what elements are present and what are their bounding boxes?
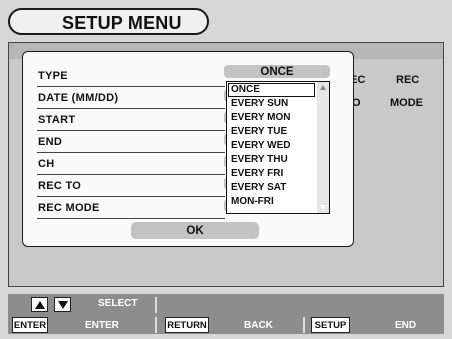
- field-row-rec-to[interactable]: REC TO: [37, 175, 225, 197]
- type-value-button[interactable]: ONCE: [224, 65, 330, 78]
- enter-key-action: ENTER: [85, 320, 119, 331]
- field-label-ch: CH: [38, 158, 55, 170]
- field-row-date[interactable]: DATE (MM/DD): [37, 87, 225, 109]
- field-row-end[interactable]: END: [37, 131, 225, 153]
- type-dropdown-list[interactable]: ONCE EVERY SUN EVERY MON EVERY TUE EVERY…: [226, 81, 330, 214]
- triangle-up-icon: [35, 301, 45, 309]
- field-label-date: DATE (MM/DD): [38, 92, 119, 104]
- field-row-type[interactable]: TYPE: [37, 65, 225, 87]
- dropdown-option-every-wed[interactable]: EVERY WED: [231, 140, 290, 151]
- triangle-down-icon: [58, 301, 68, 309]
- select-hint-label: SELECT: [98, 298, 138, 309]
- dropdown-option-every-thu[interactable]: EVERY THU: [231, 154, 288, 165]
- footer-divider: [155, 297, 157, 313]
- down-key: [54, 297, 71, 312]
- footer-bar: [8, 294, 444, 334]
- dropdown-option-every-fri[interactable]: EVERY FRI: [231, 168, 283, 179]
- scroll-up-icon[interactable]: [320, 85, 326, 90]
- dropdown-option-every-tue[interactable]: EVERY TUE: [231, 126, 287, 137]
- ok-button[interactable]: OK: [131, 222, 259, 239]
- field-label-rec-mode: REC MODE: [38, 202, 100, 214]
- field-label-start: START: [38, 114, 76, 126]
- field-label-type: TYPE: [38, 70, 68, 82]
- return-key-action: BACK: [244, 320, 273, 331]
- row-divider: [37, 218, 225, 219]
- field-row-rec-mode[interactable]: REC MODE: [37, 197, 225, 219]
- bg-column-rec-header: REC: [396, 74, 420, 86]
- scroll-down-icon[interactable]: [320, 205, 326, 210]
- up-key: [31, 297, 48, 312]
- field-row-ch[interactable]: CH: [37, 153, 225, 175]
- setup-key-action: END: [395, 320, 417, 331]
- dropdown-option-mon-fri[interactable]: MON-FRI: [231, 196, 274, 207]
- setup-key-badge: SETUP: [311, 317, 350, 333]
- bg-column-mode-sub: MODE: [390, 97, 423, 109]
- footer-divider: [155, 317, 157, 333]
- field-label-rec-to: REC TO: [38, 180, 82, 192]
- field-label-end: END: [38, 136, 63, 148]
- dropdown-option-every-mon[interactable]: EVERY MON: [231, 112, 290, 123]
- enter-key-badge: ENTER: [12, 317, 48, 333]
- return-key-badge: RETURN: [165, 317, 209, 333]
- dropdown-scrollbar[interactable]: [317, 82, 329, 213]
- footer-divider: [303, 317, 305, 333]
- dropdown-option-every-sat[interactable]: EVERY SAT: [231, 182, 286, 193]
- field-row-start[interactable]: START: [37, 109, 225, 131]
- dropdown-option-every-sun[interactable]: EVERY SUN: [231, 98, 288, 109]
- page-title: SETUP MENU: [62, 13, 182, 33]
- dropdown-option-once[interactable]: ONCE: [231, 84, 260, 95]
- title-pill: SETUP MENU: [8, 8, 209, 35]
